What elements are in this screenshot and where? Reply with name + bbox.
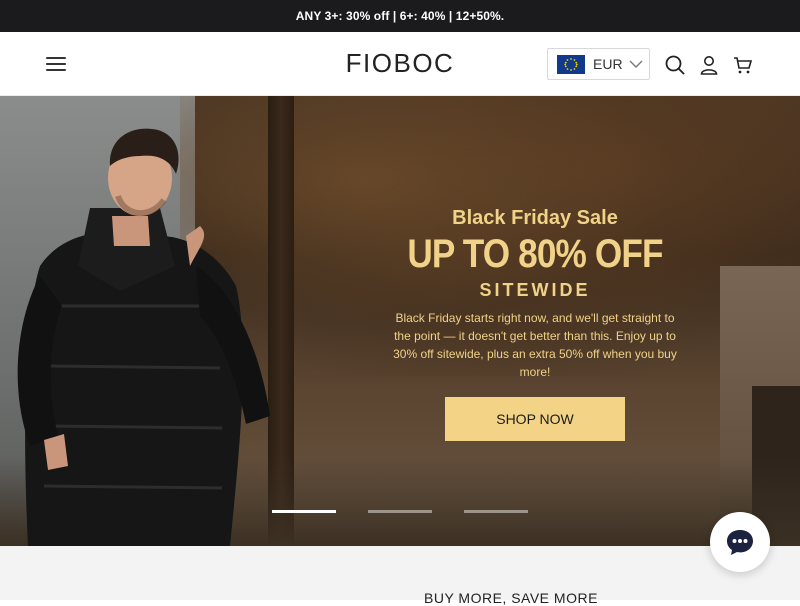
announcement-text: ANY 3+: 30% off | 6+: 40% | 12+50%. (295, 9, 505, 23)
currency-label: EUR (593, 56, 623, 72)
slide-indicator-2[interactable] (368, 510, 432, 513)
currency-selector[interactable]: EUR (547, 48, 650, 80)
chat-button[interactable] (710, 512, 770, 572)
chat-icon (727, 530, 753, 555)
slide-indicator-3[interactable] (464, 510, 528, 513)
promo-subtitle: Black Friday Sale (452, 207, 618, 229)
search-icon[interactable] (664, 54, 686, 76)
chevron-down-icon (629, 60, 643, 68)
slide-indicator-1[interactable] (272, 510, 336, 513)
model-image (17, 128, 270, 546)
promo-tagline: SITEWIDE (479, 280, 591, 300)
announcement-bar: ANY 3+: 30% off | 6+: 40% | 12+50%. (0, 0, 800, 32)
slider-indicators (272, 510, 528, 513)
promo-block: Black Friday Sale UP TO 80% OFF SITEWIDE… (380, 206, 690, 441)
promo-headline: UP TO 80% OFF (407, 232, 663, 276)
account-icon[interactable] (698, 54, 720, 76)
content-section: BUY MORE, SAVE MORE (0, 546, 800, 606)
section-title: BUY MORE, SAVE MORE (424, 590, 598, 606)
site-header: FIOBOC EUR (0, 32, 800, 96)
promo-body: Black Friday starts right now, and we'll… (393, 311, 677, 379)
shop-now-button[interactable]: SHOP NOW (445, 397, 625, 441)
hero-banner[interactable]: Black Friday Sale UP TO 80% OFF SITEWIDE… (0, 96, 800, 546)
logo-text[interactable]: FIOBOC (346, 48, 455, 78)
eu-flag-icon (557, 54, 585, 74)
cart-icon[interactable] (732, 54, 754, 76)
menu-icon[interactable] (46, 54, 66, 74)
